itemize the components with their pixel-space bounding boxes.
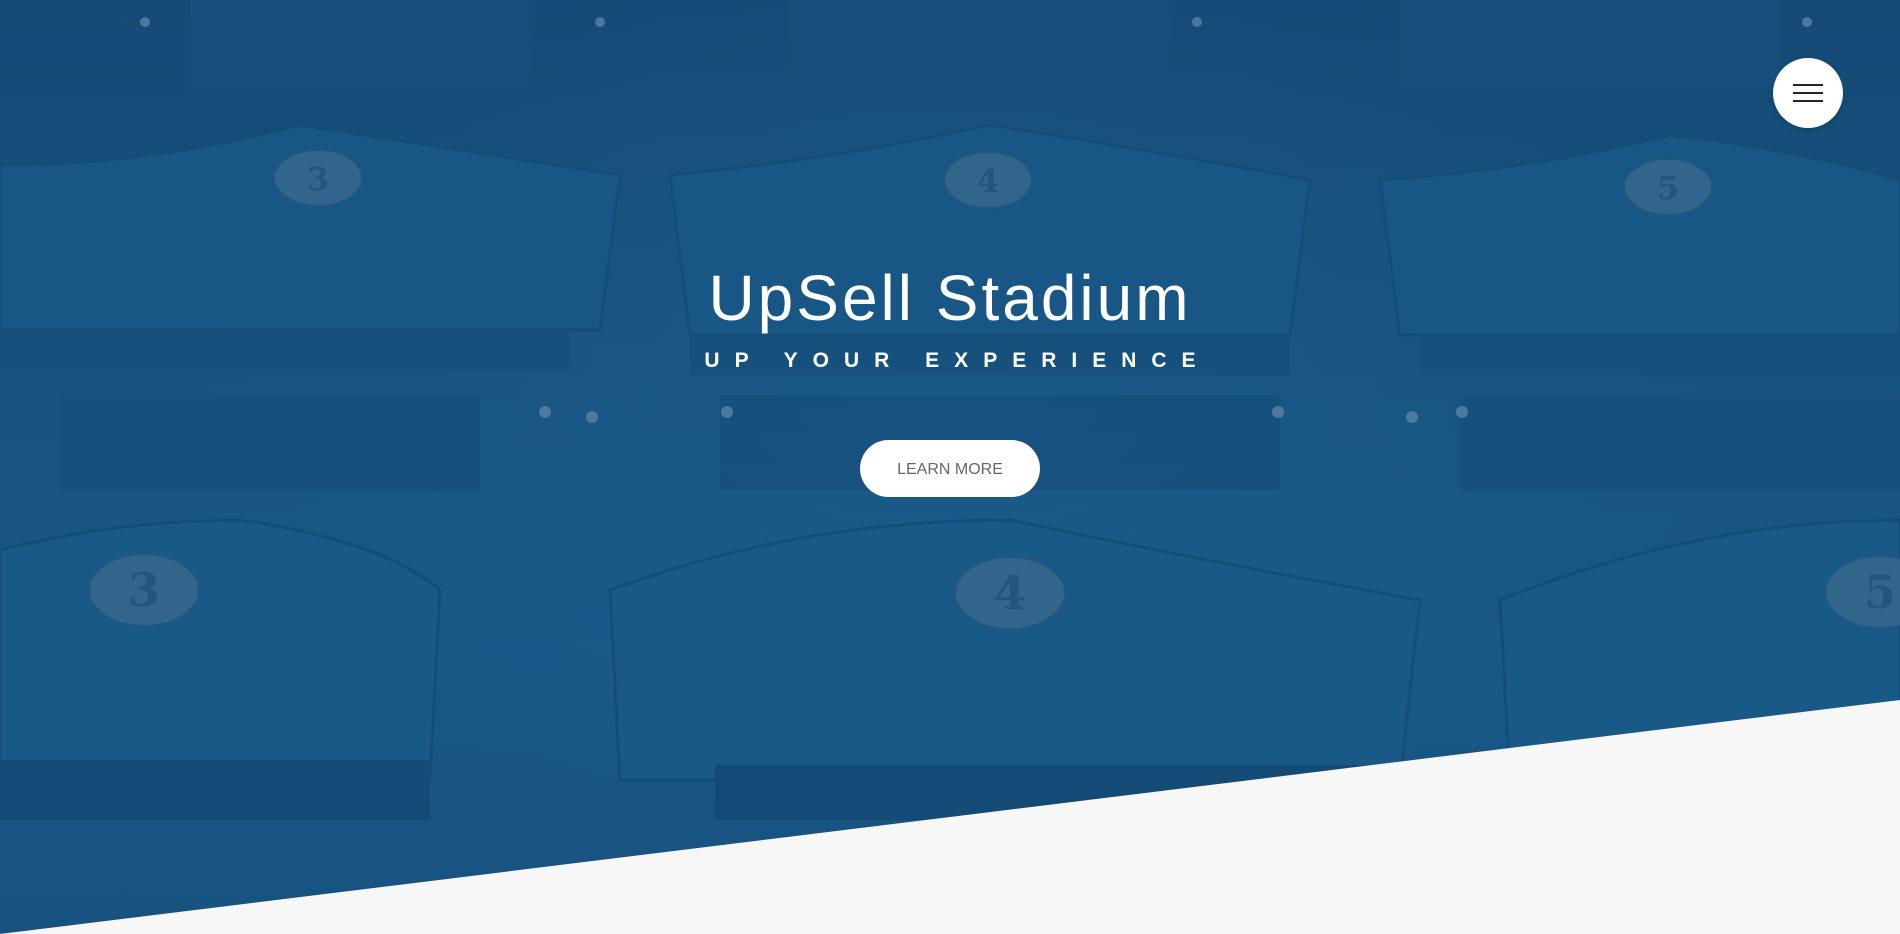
- hero-content: UpSell Stadium UP YOUR EXPERIENCE LEARN …: [0, 258, 1900, 497]
- learn-more-button[interactable]: LEARN MORE: [860, 440, 1040, 497]
- menu-button[interactable]: [1773, 58, 1843, 128]
- hero-subtitle: UP YOUR EXPERIENCE: [704, 349, 1211, 372]
- hero-title: UpSell Stadium: [708, 262, 1192, 334]
- hamburger-menu-icon: [1793, 84, 1823, 102]
- hero-section: 3 4 5 3 4 5 UpSell Stadium UP YOUR EXPER…: [0, 0, 1900, 934]
